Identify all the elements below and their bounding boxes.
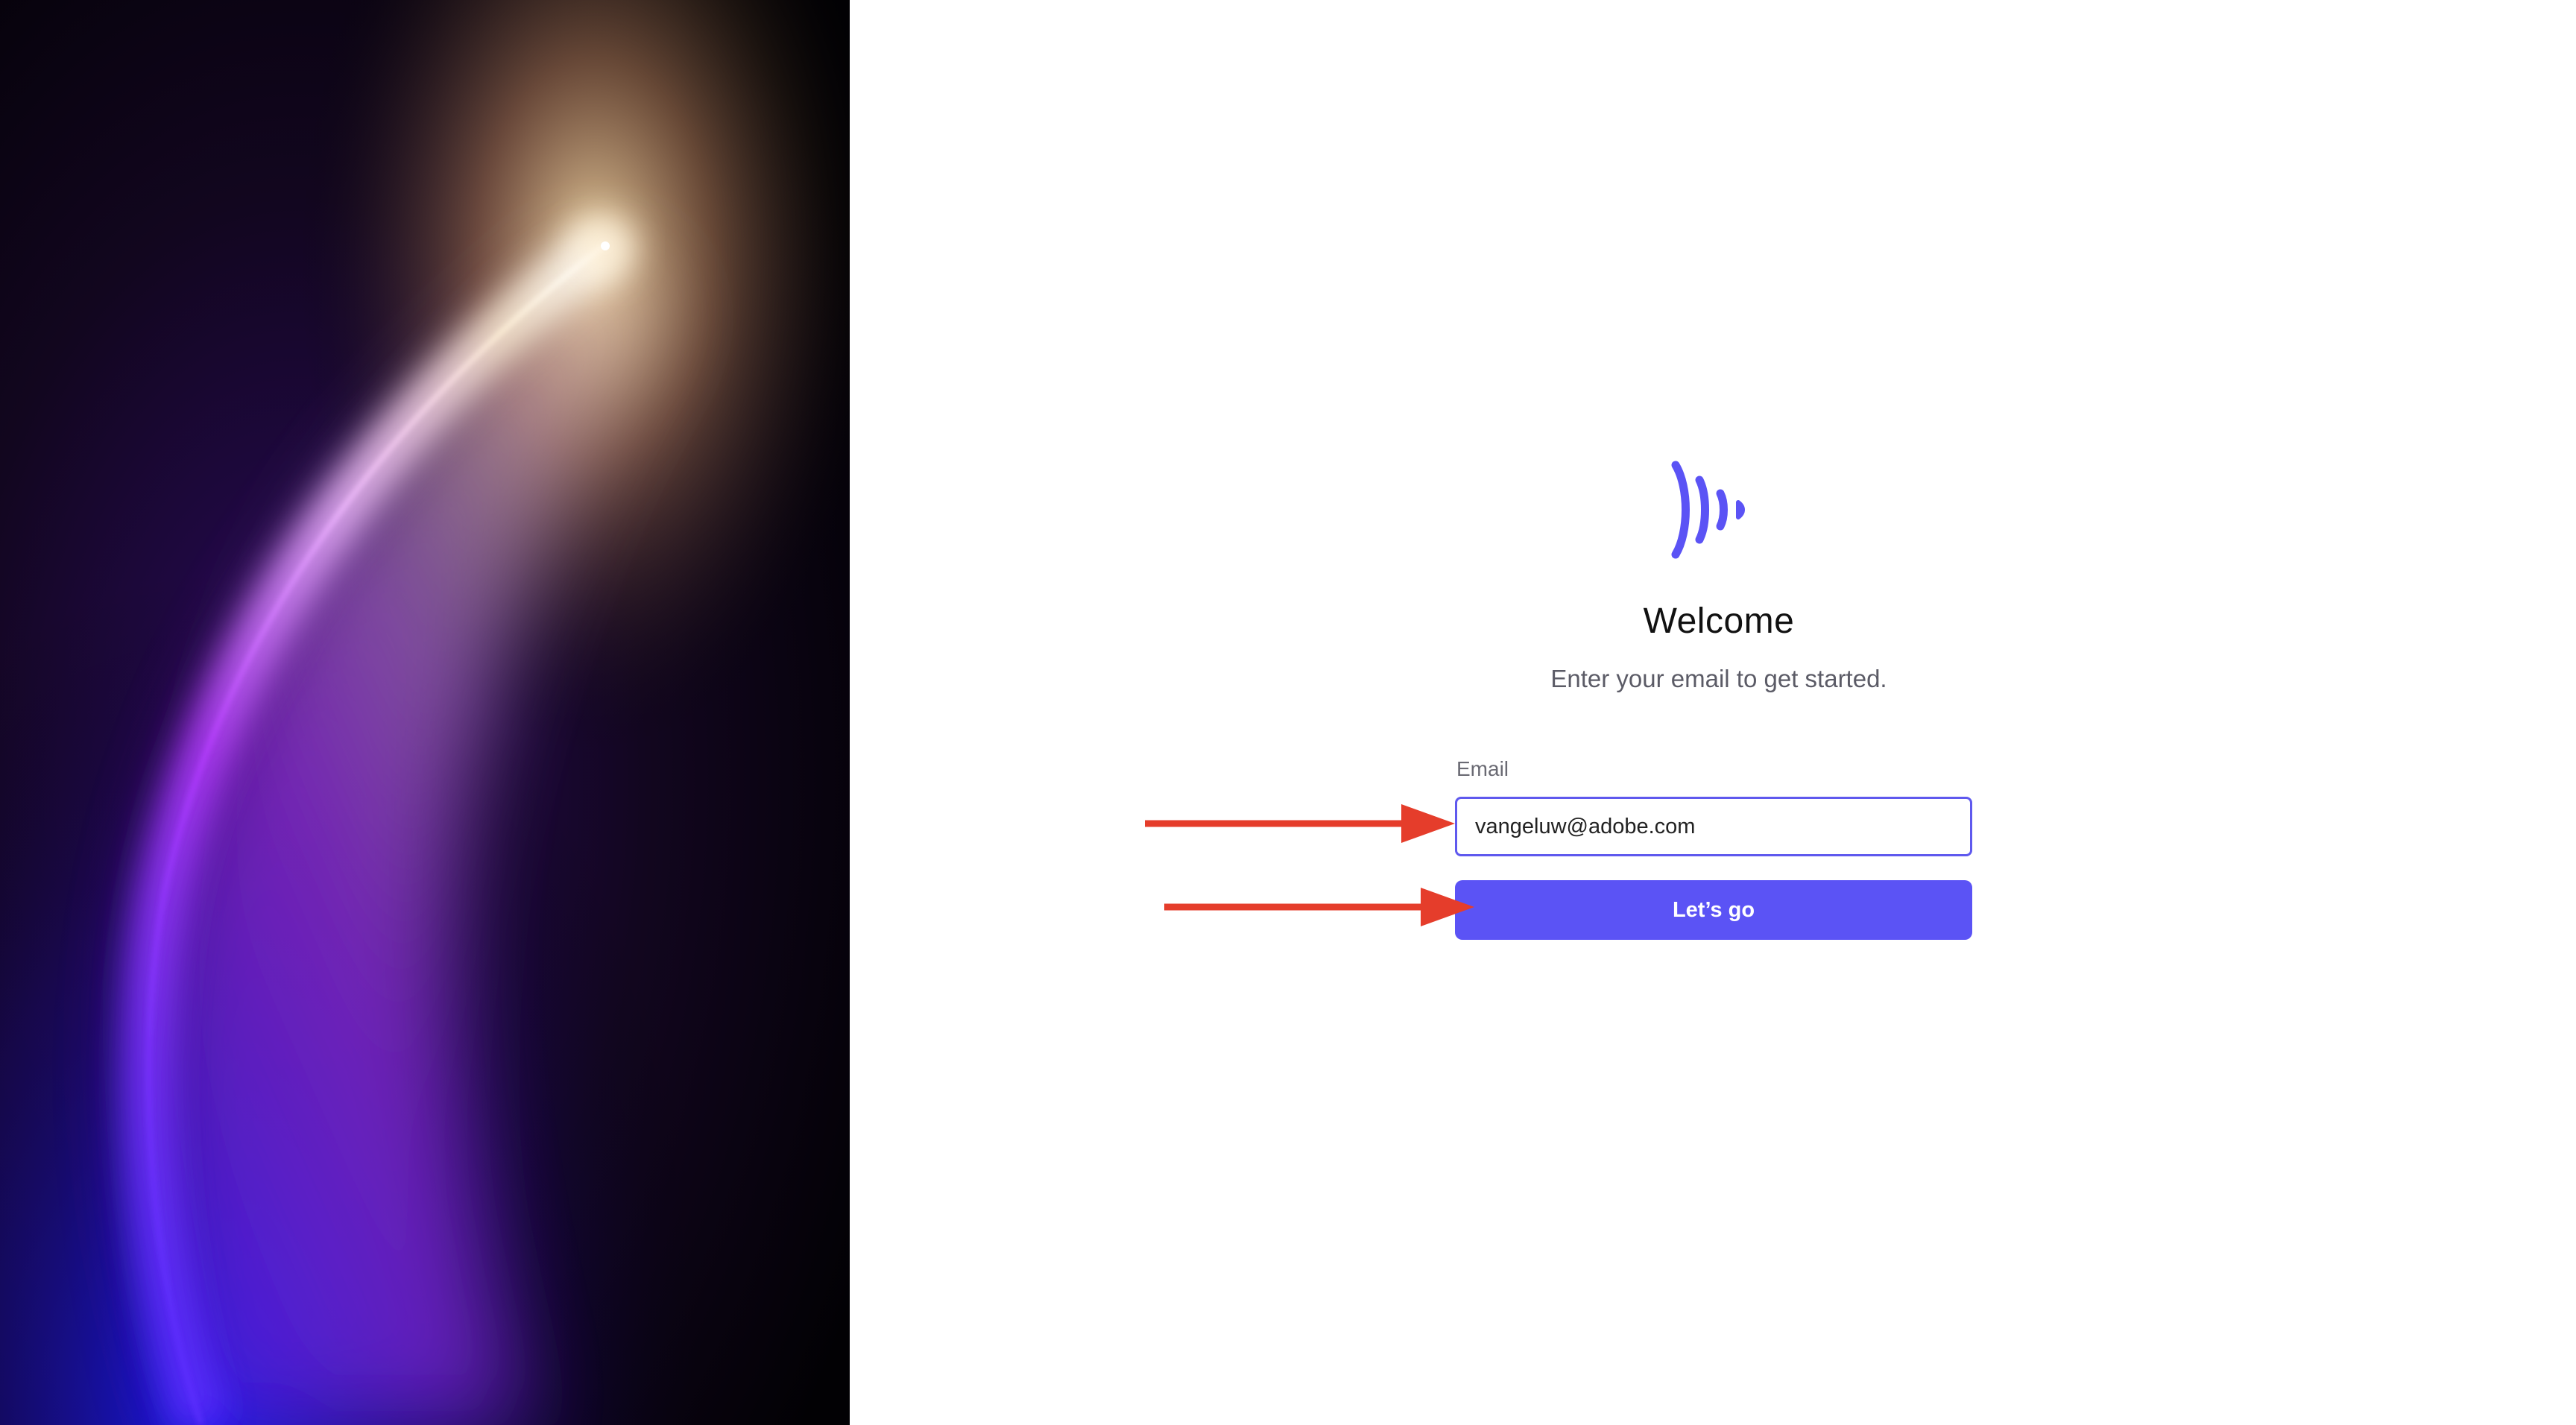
sound-waves-logo-icon: [1659, 458, 1764, 562]
email-label: Email: [1456, 757, 1509, 780]
annotation-arrow-email-icon: [1145, 804, 1455, 843]
welcome-heading: Welcome: [1643, 601, 1795, 641]
light-arc-illustration: [0, 0, 850, 1425]
email-input[interactable]: [1455, 797, 1972, 856]
login-form-panel: [850, 0, 2576, 1425]
annotation-arrow-button-icon: [1164, 888, 1474, 926]
hero-artwork: [0, 0, 850, 1425]
welcome-subtitle: Enter your email to get started.: [1550, 665, 1887, 692]
login-page: Welcome Enter your email to get started.…: [0, 0, 2576, 1425]
lets-go-button[interactable]: Let’s go: [1455, 880, 1972, 940]
